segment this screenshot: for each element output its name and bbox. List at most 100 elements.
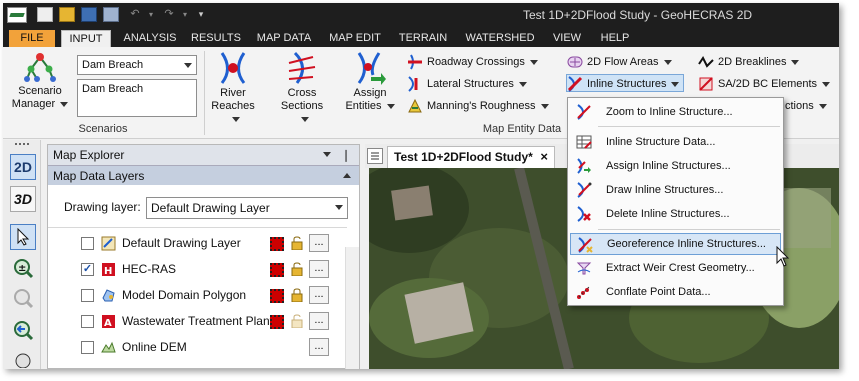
layer-color-swatch[interactable] (270, 315, 284, 329)
close-icon[interactable]: × (540, 147, 548, 167)
flow-areas-2d-label: 2D Flow Areas (587, 56, 659, 68)
unlock-icon[interactable] (291, 236, 303, 250)
svg-text:A: A (104, 318, 112, 329)
menu-item-assign-inline[interactable]: Assign Inline Structures... (570, 155, 781, 177)
layer-checkbox[interactable] (81, 341, 94, 354)
save-as-icon[interactable] (103, 7, 119, 22)
bc-elements-button[interactable]: SA/2D BC Elements (698, 75, 831, 93)
menu-item-label: Inline Structure Data... (606, 136, 716, 148)
layer-row-default-drawing: Default Drawing Layer ... (48, 233, 348, 255)
pan-icon[interactable] (10, 350, 36, 369)
roadway-crossings-label: Roadway Crossings (427, 56, 525, 68)
tab-map-data[interactable]: MAP DATA (251, 30, 317, 47)
unlock-icon[interactable] (291, 262, 303, 276)
menu-item-inline-data[interactable]: Inline Structure Data... (570, 131, 781, 153)
mannings-roughness-button[interactable]: Manning's Roughness (407, 97, 549, 115)
drawing-layer-select[interactable]: Default Drawing Layer (146, 197, 348, 219)
map-data-layers-header[interactable]: Map Data Layers (48, 165, 359, 185)
layer-options-button[interactable]: ... (309, 260, 329, 278)
tab-watershed[interactable]: WATERSHED (459, 30, 541, 47)
layer-name: Wastewater Treatment Plant (122, 314, 273, 328)
panel-menu-icon[interactable] (323, 152, 331, 157)
connections-button[interactable]: ctions (785, 97, 827, 115)
select-arrow-icon[interactable] (10, 224, 36, 250)
customize-toolbar-icon[interactable]: ▾ (193, 7, 209, 22)
scenario-combo[interactable]: Dam Breach (77, 55, 197, 75)
pin-icon[interactable]: ❘ (341, 145, 351, 165)
tab-input[interactable]: INPUT (61, 30, 111, 47)
tab-map-edit[interactable]: MAP EDIT (323, 30, 387, 47)
tab-terrain[interactable]: TERRAIN (393, 30, 453, 47)
document-list-icon[interactable] (367, 148, 383, 164)
menu-item-georeference-inline[interactable]: Georeference Inline Structures... (570, 233, 781, 255)
redo-dropdown-icon[interactable]: ▾ (177, 7, 193, 22)
layer-options-button[interactable]: ... (309, 338, 329, 356)
chevron-down-icon (184, 63, 192, 68)
chevron-down-icon (300, 116, 309, 122)
layer-color-swatch[interactable] (270, 263, 284, 277)
zoom-extents-icon[interactable]: ± (10, 256, 36, 282)
draw-icon (577, 182, 592, 198)
redo-icon[interactable]: ↷ (161, 7, 177, 22)
menu-item-draw-inline[interactable]: Draw Inline Structures... (570, 179, 781, 201)
connections-label: ctions (785, 100, 814, 112)
chevron-down-icon (822, 81, 831, 87)
menu-separator (598, 126, 780, 127)
zoom-in-icon[interactable] (10, 286, 36, 312)
menu-item-label: Extract Weir Crest Geometry... (606, 262, 755, 274)
layer-options-button[interactable]: ... (309, 234, 329, 252)
scenario-manager-button[interactable]: Scenario Manager (9, 51, 71, 117)
layer-checkbox[interactable] (81, 289, 94, 302)
lateral-structures-button[interactable]: Lateral Structures (407, 75, 527, 93)
layer-color-swatch[interactable] (270, 289, 284, 303)
tab-help[interactable]: HELP (595, 30, 635, 47)
layers-scrollbar[interactable] (345, 247, 359, 369)
assign-entities-label-2: Entities (345, 100, 382, 112)
layer-options-button[interactable]: ... (309, 286, 329, 304)
lateral-structures-label: Lateral Structures (427, 78, 514, 90)
chevron-down-icon (791, 59, 800, 65)
layer-color-swatch[interactable] (270, 237, 284, 251)
tab-results[interactable]: RESULTS (187, 30, 245, 47)
tab-view[interactable]: VIEW (547, 30, 587, 47)
view-3d-button[interactable]: 3D (10, 186, 36, 212)
layer-options-button[interactable]: ... (309, 312, 329, 330)
menu-item-conflate-points[interactable]: Conflate Point Data... (570, 281, 781, 303)
unlock-icon[interactable] (291, 314, 303, 328)
zoom-previous-icon[interactable] (10, 318, 36, 344)
river-reaches-label-2: Reaches (211, 100, 255, 112)
inline-structures-button[interactable]: Inline Structures (566, 74, 685, 92)
undo-dropdown-icon[interactable]: ▾ (143, 7, 159, 22)
inline-structures-menu: Zoom to Inline Structure... Inline Struc… (567, 97, 784, 306)
new-file-icon[interactable] (37, 7, 53, 22)
tab-analysis[interactable]: ANALYSIS (119, 30, 181, 47)
river-reaches-button[interactable]: River Reaches (209, 51, 257, 122)
menu-item-zoom-to-inline[interactable]: Zoom to Inline Structure... (570, 101, 781, 123)
dem-layer-icon (101, 341, 116, 353)
open-folder-icon[interactable] (59, 7, 75, 22)
roadway-crossings-button[interactable]: Roadway Crossings (407, 53, 538, 71)
tab-file[interactable]: FILE (9, 30, 55, 47)
menu-item-extract-weir[interactable]: Extract Weir Crest Geometry... (570, 257, 781, 279)
map-explorer-panel: Map Explorer ❘ Map Data Layers Drawing l… (47, 144, 360, 369)
layer-checkbox[interactable] (81, 315, 94, 328)
save-icon[interactable] (81, 7, 97, 22)
flow-areas-2d-button[interactable]: 2D Flow Areas (567, 53, 672, 71)
menu-item-delete-inline[interactable]: Delete Inline Structures... (570, 203, 781, 225)
chevron-down-icon (663, 59, 672, 65)
menu-item-label: Delete Inline Structures... (606, 208, 730, 220)
layer-checkbox[interactable] (81, 237, 94, 250)
scenario-description[interactable]: Dam Breach (77, 79, 197, 117)
document-tab[interactable]: Test 1D+2DFlood Study* × (387, 146, 555, 168)
undo-icon[interactable]: ↶ (127, 7, 143, 22)
river-reaches-label-1: River (220, 87, 246, 99)
layer-checkbox[interactable]: ✓ (81, 263, 94, 276)
lock-icon[interactable] (291, 288, 303, 302)
bc-element-icon (699, 77, 713, 91)
collapse-icon[interactable] (343, 173, 351, 178)
assign-entities-button[interactable]: Assign Entities (345, 51, 395, 117)
breaklines-2d-button[interactable]: 2D Breaklines (698, 53, 800, 71)
view-2d-button[interactable]: 2D (10, 154, 36, 180)
drawing-layer-value: Default Drawing Layer (151, 201, 270, 215)
cross-sections-button[interactable]: Cross Sections (275, 51, 329, 122)
